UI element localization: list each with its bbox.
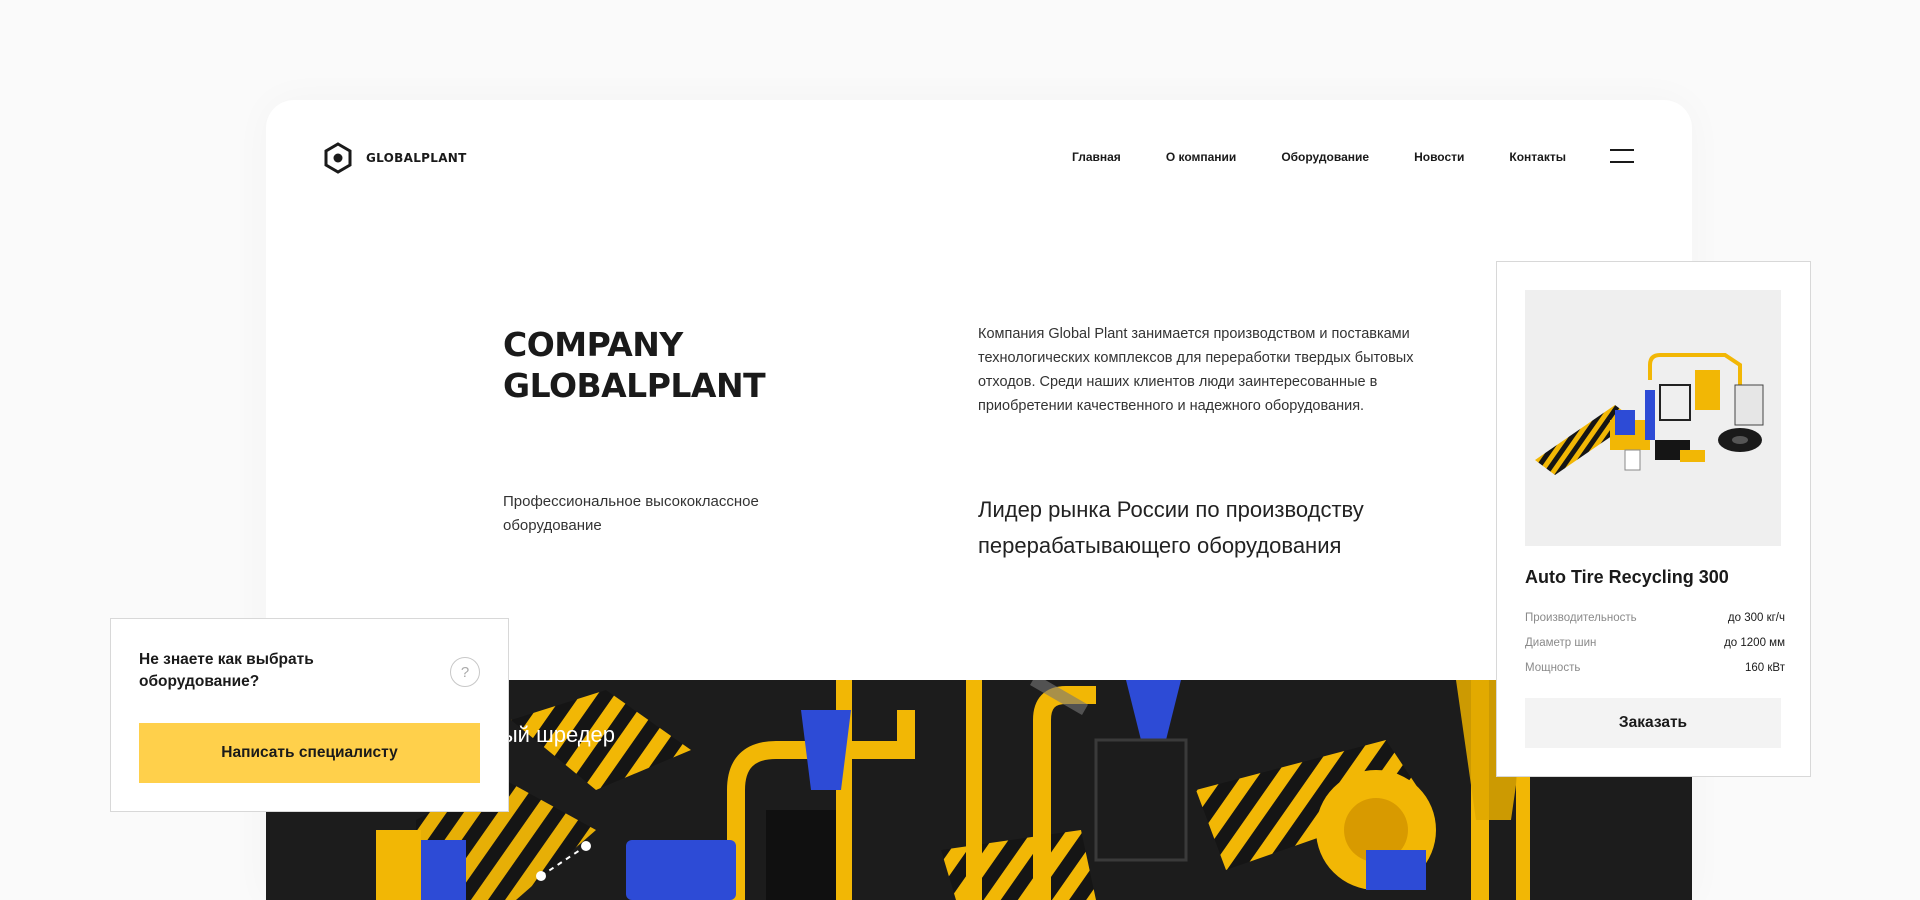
nav-item-home[interactable]: Главная bbox=[1072, 150, 1121, 164]
spec-value: 160 кВт bbox=[1745, 662, 1785, 674]
page-title: COMPANY GLOBALPLANT bbox=[503, 324, 766, 406]
spec-row: Диаметр шин до 1200 мм bbox=[1525, 637, 1785, 662]
spec-label: Диаметр шин bbox=[1525, 637, 1597, 649]
tire-recycling-plant-illustration bbox=[1535, 353, 1764, 475]
burger-menu-icon[interactable] bbox=[1610, 149, 1634, 163]
order-button[interactable]: Заказать bbox=[1525, 698, 1781, 748]
product-name: Auto Tire Recycling 300 bbox=[1525, 567, 1729, 587]
spec-label: Мощность bbox=[1525, 662, 1581, 674]
hero-subtitle: Профессиональное высококлассное оборудов… bbox=[503, 493, 759, 534]
nav-item-contacts[interactable]: Контакты bbox=[1509, 150, 1566, 164]
page-title-line-1: COMPANY bbox=[503, 325, 683, 364]
hexagon-logo-icon bbox=[324, 142, 352, 174]
question-icon[interactable]: ? bbox=[450, 657, 480, 687]
page-title-line-2: GLOBALPLANT bbox=[503, 366, 766, 405]
spec-row: Производительность до 300 кг/ч bbox=[1525, 612, 1785, 637]
spec-value: до 1200 мм bbox=[1724, 637, 1785, 649]
contact-specialist-button[interactable]: Написать специалисту bbox=[139, 723, 480, 783]
lead-text: Лидер рынка России по производству перер… bbox=[978, 497, 1364, 558]
spec-value: до 300 кг/ч bbox=[1727, 612, 1785, 624]
nav-item-equipment[interactable]: Оборудование bbox=[1281, 150, 1369, 164]
main-nav: Главная О компании Оборудование Новости … bbox=[1072, 150, 1566, 164]
nav-item-news[interactable]: Новости bbox=[1414, 150, 1464, 164]
site-header: GLOBALPLANT Главная О компании Оборудова… bbox=[324, 140, 1634, 176]
help-card-title: Не знаете как выбрать оборудование? bbox=[139, 651, 314, 690]
nav-item-about[interactable]: О компании bbox=[1166, 150, 1237, 164]
spec-row: Мощность 160 кВт bbox=[1525, 662, 1785, 687]
help-card: Не знаете как выбрать оборудование? ? На… bbox=[110, 618, 509, 812]
brand-name: GLOBALPLANT bbox=[366, 151, 467, 165]
about-text: Компания Global Plant занимается произво… bbox=[978, 326, 1414, 414]
product-card: Auto Tire Recycling 300 Производительнос… bbox=[1496, 261, 1811, 777]
product-image[interactable] bbox=[1525, 290, 1781, 546]
product-specs: Производительность до 300 кг/ч Диаметр ш… bbox=[1525, 612, 1785, 687]
spec-label: Производительность bbox=[1525, 612, 1637, 624]
brand-logo[interactable]: GLOBALPLANT bbox=[324, 142, 467, 174]
